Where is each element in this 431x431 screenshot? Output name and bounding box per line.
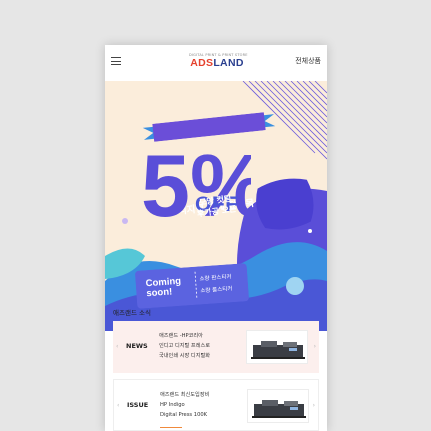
coming-soon-text: Coming soon! xyxy=(145,275,182,300)
card-underline xyxy=(160,427,182,428)
upcoming-item: 소량 롤스티커 xyxy=(200,286,233,295)
logo-wordmark: ADSLAND xyxy=(190,57,244,69)
logo[interactable]: DIGITAL PRINT & PRINT STORE ADSLAND xyxy=(189,53,247,73)
promo-banner[interactable]: 디지털 인쇄 전품목 5% OFF 모양 컷팅 후가공 오픈 Coming so… xyxy=(105,81,327,331)
news-card[interactable]: ‹ NEWS 애즈랜드 -HP코리아 인디고 디지털 프레스로 국내인쇄 시장 … xyxy=(113,321,319,373)
issue-card[interactable]: ‹ ISSUE 애즈랜드 최신도입장비 HP Indigo Digital Pr… xyxy=(113,379,319,431)
header: DIGITAL PRINT & PRINT STORE ADSLAND 전체상품 xyxy=(105,45,327,81)
hamburger-menu-icon[interactable] xyxy=(111,57,121,65)
all-products-link[interactable]: 전체상품 xyxy=(295,56,321,66)
card-tag: ISSUE xyxy=(127,401,149,409)
news-section-title: 애즈랜드 소식 xyxy=(113,309,151,317)
chevron-left-icon[interactable]: ‹ xyxy=(116,343,118,350)
mobile-page: DIGITAL PRINT & PRINT STORE ADSLAND 전체상품 xyxy=(105,45,327,431)
printer-image xyxy=(246,330,308,364)
card-tag: NEWS xyxy=(126,342,148,350)
card-text: 애즈랜드 -HP코리아 인디고 디지털 프레스로 국내인쇄 시장 디지털화 xyxy=(159,333,211,359)
printer-image xyxy=(247,389,309,423)
chevron-left-icon[interactable]: ‹ xyxy=(117,402,119,409)
upcoming-items: 소량 판스티커 소량 롤스티커 xyxy=(199,271,233,297)
coming-soon-ticket: Coming soon! 소량 판스티커 소량 롤스티커 xyxy=(135,263,249,309)
chevron-right-icon[interactable]: › xyxy=(313,402,315,409)
card-text: 애즈랜드 최신도입장비 HP Indigo Digital Press 100K xyxy=(160,392,210,418)
chevron-right-icon[interactable]: › xyxy=(314,343,316,350)
